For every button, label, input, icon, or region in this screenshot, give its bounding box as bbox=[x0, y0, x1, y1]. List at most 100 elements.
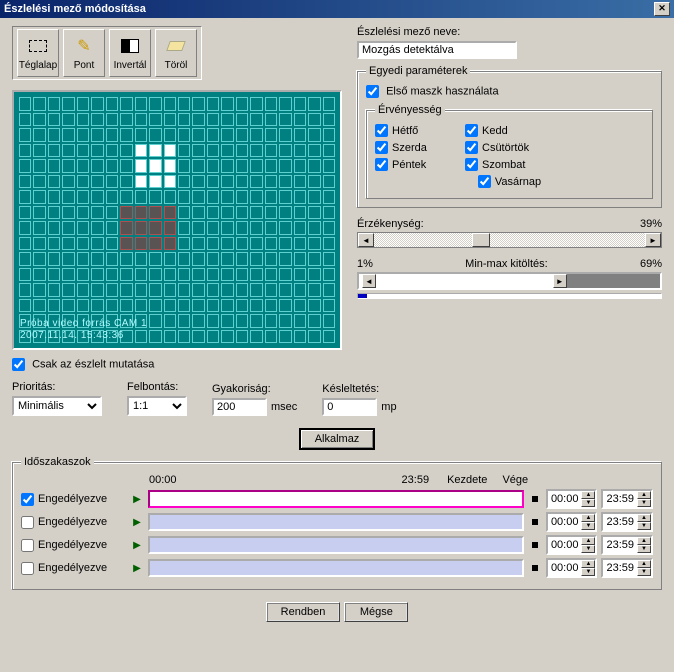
spinner-down-icon[interactable]: ▼ bbox=[581, 545, 595, 553]
day-label: Hétfő bbox=[392, 125, 418, 137]
spinner-down-icon[interactable]: ▼ bbox=[637, 499, 651, 507]
timeslot-row: Engedélyezve ▶ 00:00▲▼23:59▲▼ bbox=[21, 512, 653, 532]
frequency-unit: msec bbox=[271, 401, 297, 413]
slot-end-input[interactable]: 23:59▲▼ bbox=[601, 489, 653, 509]
spinner-down-icon[interactable]: ▼ bbox=[637, 568, 651, 576]
params-group: Egyedi paraméterek Első maszk használata… bbox=[357, 65, 662, 208]
titlebar: Észlelési mező módosítása ✕ bbox=[0, 0, 674, 18]
spinner-up-icon[interactable]: ▲ bbox=[637, 560, 651, 568]
play-icon[interactable]: ▶ bbox=[130, 536, 144, 554]
tool-erase[interactable]: Töröl bbox=[155, 29, 197, 77]
range-left-handle[interactable]: ◄ bbox=[362, 274, 376, 288]
slot-end-input[interactable]: 23:59▲▼ bbox=[601, 512, 653, 532]
spinner-up-icon[interactable]: ▲ bbox=[637, 537, 651, 545]
slot-range-bar[interactable] bbox=[148, 559, 524, 577]
slot-start-input[interactable]: 00:00▲▼ bbox=[546, 512, 598, 532]
day-checkbox[interactable] bbox=[375, 124, 388, 137]
cancel-button[interactable]: Mégse bbox=[344, 602, 408, 622]
only-detected-checkbox[interactable] bbox=[12, 358, 25, 371]
timeslots-header: 00:00 23:59 Kezdete Vége bbox=[149, 474, 653, 486]
tool-label: Téglalap bbox=[19, 60, 57, 71]
slot-end-input[interactable]: 23:59▲▼ bbox=[601, 535, 653, 555]
slot-enabled-checkbox[interactable] bbox=[21, 516, 34, 529]
day-label: Vasárnap bbox=[495, 176, 541, 188]
frequency-label: Gyakoriság: bbox=[212, 383, 297, 395]
tool-rectangle[interactable]: Téglalap bbox=[17, 29, 59, 77]
spinner-up-icon[interactable]: ▲ bbox=[581, 560, 595, 568]
day-label: Kedd bbox=[482, 125, 508, 137]
day-item: Hétfő bbox=[375, 124, 465, 137]
day-item: Kedd bbox=[465, 124, 555, 137]
spinner-down-icon[interactable]: ▼ bbox=[581, 568, 595, 576]
field-name-input[interactable] bbox=[357, 41, 517, 59]
day-checkbox[interactable] bbox=[465, 124, 478, 137]
pencil-icon: ✎ bbox=[74, 36, 94, 56]
close-button[interactable]: ✕ bbox=[654, 2, 670, 16]
day-checkbox[interactable] bbox=[478, 175, 491, 188]
eraser-icon bbox=[166, 36, 186, 56]
spinner-up-icon[interactable]: ▲ bbox=[581, 537, 595, 545]
spinner-up-icon[interactable]: ▲ bbox=[581, 491, 595, 499]
tool-invert[interactable]: Invertál bbox=[109, 29, 151, 77]
day-checkbox[interactable] bbox=[465, 158, 478, 171]
spinner-up-icon[interactable]: ▲ bbox=[637, 514, 651, 522]
minmax-range[interactable]: ◄ ► bbox=[357, 272, 662, 290]
tool-label: Pont bbox=[74, 60, 95, 71]
day-item: Vasárnap bbox=[375, 175, 644, 188]
slot-enabled-label: Engedélyezve bbox=[38, 493, 107, 505]
sensitivity-slider[interactable]: ◄ ► bbox=[357, 232, 662, 248]
slot-enabled-label: Engedélyezve bbox=[38, 539, 107, 551]
play-icon[interactable]: ▶ bbox=[130, 559, 144, 577]
day-checkbox[interactable] bbox=[465, 141, 478, 154]
spinner-up-icon[interactable]: ▲ bbox=[581, 514, 595, 522]
scroll-right-icon[interactable]: ► bbox=[645, 233, 661, 247]
slot-range-bar[interactable] bbox=[148, 513, 524, 531]
first-mask-checkbox[interactable] bbox=[366, 85, 379, 98]
spinner-down-icon[interactable]: ▼ bbox=[581, 522, 595, 530]
spinner-down-icon[interactable]: ▼ bbox=[637, 545, 651, 553]
priority-select[interactable]: Minimális bbox=[12, 396, 102, 416]
scroll-left-icon[interactable]: ◄ bbox=[358, 233, 374, 247]
spinner-down-icon[interactable]: ▼ bbox=[581, 499, 595, 507]
minmax-low: 1% bbox=[357, 258, 373, 270]
play-icon[interactable]: ▶ bbox=[130, 513, 144, 531]
range-right-handle[interactable]: ► bbox=[553, 274, 567, 288]
stop-icon[interactable] bbox=[528, 513, 542, 531]
play-icon[interactable]: ▶ bbox=[130, 490, 144, 508]
slot-enabled-label: Engedélyezve bbox=[38, 516, 107, 528]
apply-button[interactable]: Alkalmaz bbox=[299, 428, 376, 450]
slot-start-input[interactable]: 00:00▲▼ bbox=[546, 489, 598, 509]
day-label: Péntek bbox=[392, 159, 426, 171]
stop-icon[interactable] bbox=[528, 490, 542, 508]
slot-start-input[interactable]: 00:00▲▼ bbox=[546, 535, 598, 555]
slot-range-bar[interactable] bbox=[148, 536, 524, 554]
slot-enabled-checkbox[interactable] bbox=[21, 493, 34, 506]
delay-input[interactable] bbox=[322, 398, 377, 416]
minmax-high: 69% bbox=[640, 258, 662, 270]
day-checkbox[interactable] bbox=[375, 158, 388, 171]
first-mask-label: Első maszk használata bbox=[386, 85, 499, 97]
priority-label: Prioritás: bbox=[12, 381, 102, 393]
field-name-label: Észlelési mező neve: bbox=[357, 26, 662, 38]
day-checkbox[interactable] bbox=[375, 141, 388, 154]
ok-button[interactable]: Rendben bbox=[266, 602, 341, 622]
detection-preview[interactable]: Próba video forrás CAM 1 2007.11.14. 15:… bbox=[12, 90, 342, 350]
spinner-up-icon[interactable]: ▲ bbox=[637, 491, 651, 499]
slot-end-input[interactable]: 23:59▲▼ bbox=[601, 558, 653, 578]
day-label: Csütörtök bbox=[482, 142, 529, 154]
resolution-select[interactable]: 1:1 bbox=[127, 396, 187, 416]
window-title: Észlelési mező módosítása bbox=[4, 3, 146, 15]
slot-enabled-checkbox[interactable] bbox=[21, 562, 34, 575]
slot-enabled-checkbox[interactable] bbox=[21, 539, 34, 552]
slot-start-input[interactable]: 00:00▲▼ bbox=[546, 558, 598, 578]
timeslot-row: Engedélyezve ▶ 00:00▲▼23:59▲▼ bbox=[21, 535, 653, 555]
validity-legend: Érvényesség bbox=[375, 104, 445, 116]
stop-icon[interactable] bbox=[528, 536, 542, 554]
timeslot-row: Engedélyezve▶00:00▲▼23:59▲▼ bbox=[21, 558, 653, 578]
frequency-input[interactable] bbox=[212, 398, 267, 416]
stop-icon[interactable] bbox=[528, 559, 542, 577]
tool-point[interactable]: ✎ Pont bbox=[63, 29, 105, 77]
delay-label: Késleltetés: bbox=[322, 383, 396, 395]
spinner-down-icon[interactable]: ▼ bbox=[637, 522, 651, 530]
slot-range-bar[interactable] bbox=[148, 490, 524, 508]
